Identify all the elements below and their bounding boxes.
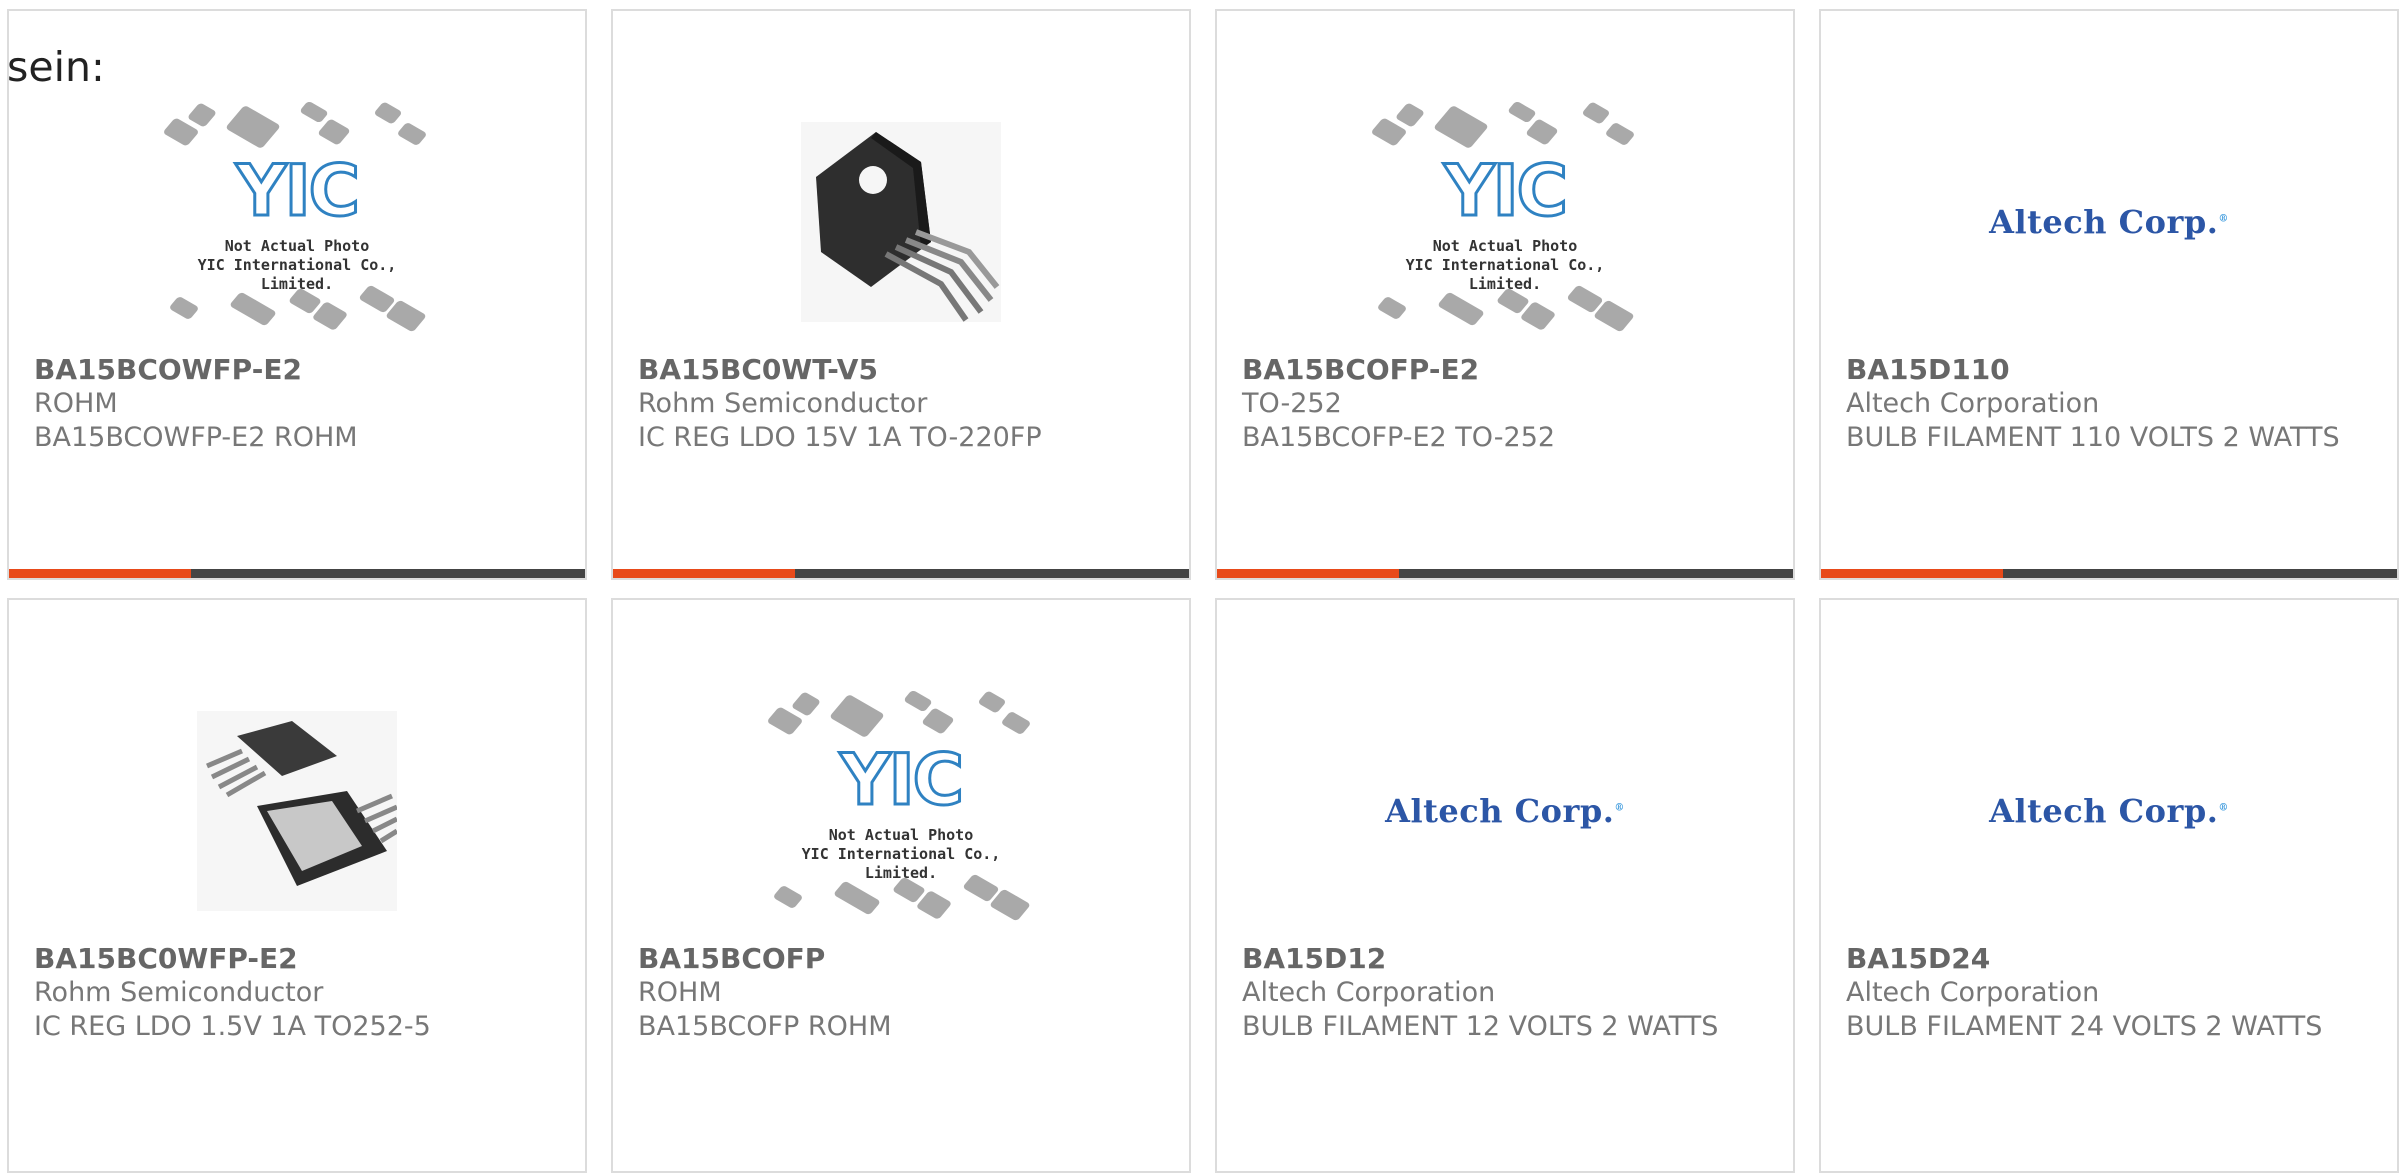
product-image[interactable]: Altech Corp.® — [1217, 680, 1793, 942]
product-info: BA15BCOFP-E2 TO-252 BA15BCOFP-E2 TO-252 — [1242, 353, 1763, 455]
description: BULB FILAMENT 12 VOLTS 2 WATTS — [1242, 1011, 1719, 1042]
description: BULB FILAMENT 24 VOLTS 2 WATTS — [1846, 1011, 2323, 1042]
manufacturer: Altech Corporation — [1846, 388, 2100, 419]
yic-placeholder-image: YIC Not Actual Photo YIC International Co… — [162, 100, 432, 345]
product-card[interactable]: YIC Not Actual Photo YIC International Co… — [1215, 9, 1795, 580]
yic-logo: YIC — [234, 148, 361, 233]
to252-package-image — [197, 711, 397, 911]
description: BA15BCOFP-E2 TO-252 — [1242, 422, 1556, 453]
part-number[interactable]: BA15D24 — [1846, 942, 2367, 976]
manufacturer: Rohm Semiconductor — [638, 388, 928, 419]
product-image[interactable]: YIC Not Actual Photo YIC International Co… — [1217, 91, 1793, 353]
yic-note: Not Actual Photo YIC International Co., L… — [197, 236, 397, 293]
product-info: BA15D110 Altech Corporation BULB FILAMEN… — [1846, 353, 2367, 455]
product-card[interactable]: YIC Not Actual Photo YIC International Co… — [611, 598, 1191, 1173]
product-image[interactable]: YIC Not Actual Photo YIC International Co… — [9, 91, 585, 353]
product-info: BA15BCOFP ROHM BA15BCOFP ROHM — [638, 942, 1159, 1044]
altech-logo: Altech Corp.® — [1385, 792, 1625, 830]
altech-logo: Altech Corp.® — [1989, 203, 2229, 241]
product-image[interactable]: YIC Not Actual Photo YIC International Co… — [613, 680, 1189, 942]
altech-logo: Altech Corp.® — [1989, 792, 2229, 830]
part-number[interactable]: BA15BCOFP — [638, 942, 1159, 976]
product-image[interactable] — [613, 91, 1189, 353]
description: BA15BCOWFP-E2 ROHM — [34, 422, 358, 453]
manufacturer: Rohm Semiconductor — [34, 977, 324, 1008]
part-number[interactable]: BA15D12 — [1242, 942, 1763, 976]
description: IC REG LDO 1.5V 1A TO252-5 — [34, 1011, 431, 1042]
product-info: BA15D24 Altech Corporation BULB FILAMENT… — [1846, 942, 2367, 1044]
product-card[interactable]: Altech Corp.® BA15D24 Altech Corporation… — [1819, 598, 2399, 1173]
yic-placeholder-image: YIC Not Actual Photo YIC International Co… — [1370, 100, 1640, 345]
product-card[interactable]: YIC Not Actual Photo YIC International Co… — [7, 9, 587, 580]
product-card[interactable]: BA15BC0WFP-E2 Rohm Semiconductor IC REG … — [7, 598, 587, 1173]
product-card[interactable]: BA15BC0WT-V5 Rohm Semiconductor IC REG L… — [611, 9, 1191, 580]
part-number[interactable]: BA15BC0WFP-E2 — [34, 942, 555, 976]
part-number[interactable]: BA15BC0WT-V5 — [638, 353, 1159, 387]
product-image[interactable]: Altech Corp.® — [1821, 91, 2397, 353]
card-bottom-bar — [9, 569, 585, 578]
manufacturer: ROHM — [34, 388, 118, 419]
part-number[interactable]: BA15BCOWFP-E2 — [34, 353, 555, 387]
description: IC REG LDO 15V 1A TO-220FP — [638, 422, 1042, 453]
part-number[interactable]: BA15BCOFP-E2 — [1242, 353, 1763, 387]
yic-logo: YIC — [838, 737, 965, 822]
product-info: BA15BCOWFP-E2 ROHM BA15BCOWFP-E2 ROHM — [34, 353, 555, 455]
description: BULB FILAMENT 110 VOLTS 2 WATTS — [1846, 422, 2340, 453]
manufacturer: Altech Corporation — [1242, 977, 1496, 1008]
manufacturer: TO-252 — [1242, 388, 1342, 419]
product-info: BA15BC0WFP-E2 Rohm Semiconductor IC REG … — [34, 942, 555, 1044]
part-number[interactable]: BA15D110 — [1846, 353, 2367, 387]
manufacturer: Altech Corporation — [1846, 977, 2100, 1008]
product-image[interactable] — [9, 680, 585, 942]
card-bottom-bar — [1821, 569, 2397, 578]
product-info: BA15BC0WT-V5 Rohm Semiconductor IC REG L… — [638, 353, 1159, 455]
to220fp-package-image — [801, 122, 1001, 322]
intro-text: sein: — [7, 43, 105, 91]
yic-note: Not Actual Photo YIC International Co., L… — [1405, 236, 1605, 293]
yic-logo: YIC — [1442, 148, 1569, 233]
product-card[interactable]: Altech Corp.® BA15D110 Altech Corporatio… — [1819, 9, 2399, 580]
card-bottom-bar — [613, 569, 1189, 578]
yic-placeholder-image: YIC Not Actual Photo YIC International Co… — [766, 689, 1036, 934]
description: BA15BCOFP ROHM — [638, 1011, 892, 1042]
product-card[interactable]: Altech Corp.® BA15D12 Altech Corporation… — [1215, 598, 1795, 1173]
manufacturer: ROHM — [638, 977, 722, 1008]
product-info: BA15D12 Altech Corporation BULB FILAMENT… — [1242, 942, 1763, 1044]
product-image[interactable]: Altech Corp.® — [1821, 680, 2397, 942]
yic-note: Not Actual Photo YIC International Co., L… — [801, 825, 1001, 882]
card-bottom-bar — [1217, 569, 1793, 578]
